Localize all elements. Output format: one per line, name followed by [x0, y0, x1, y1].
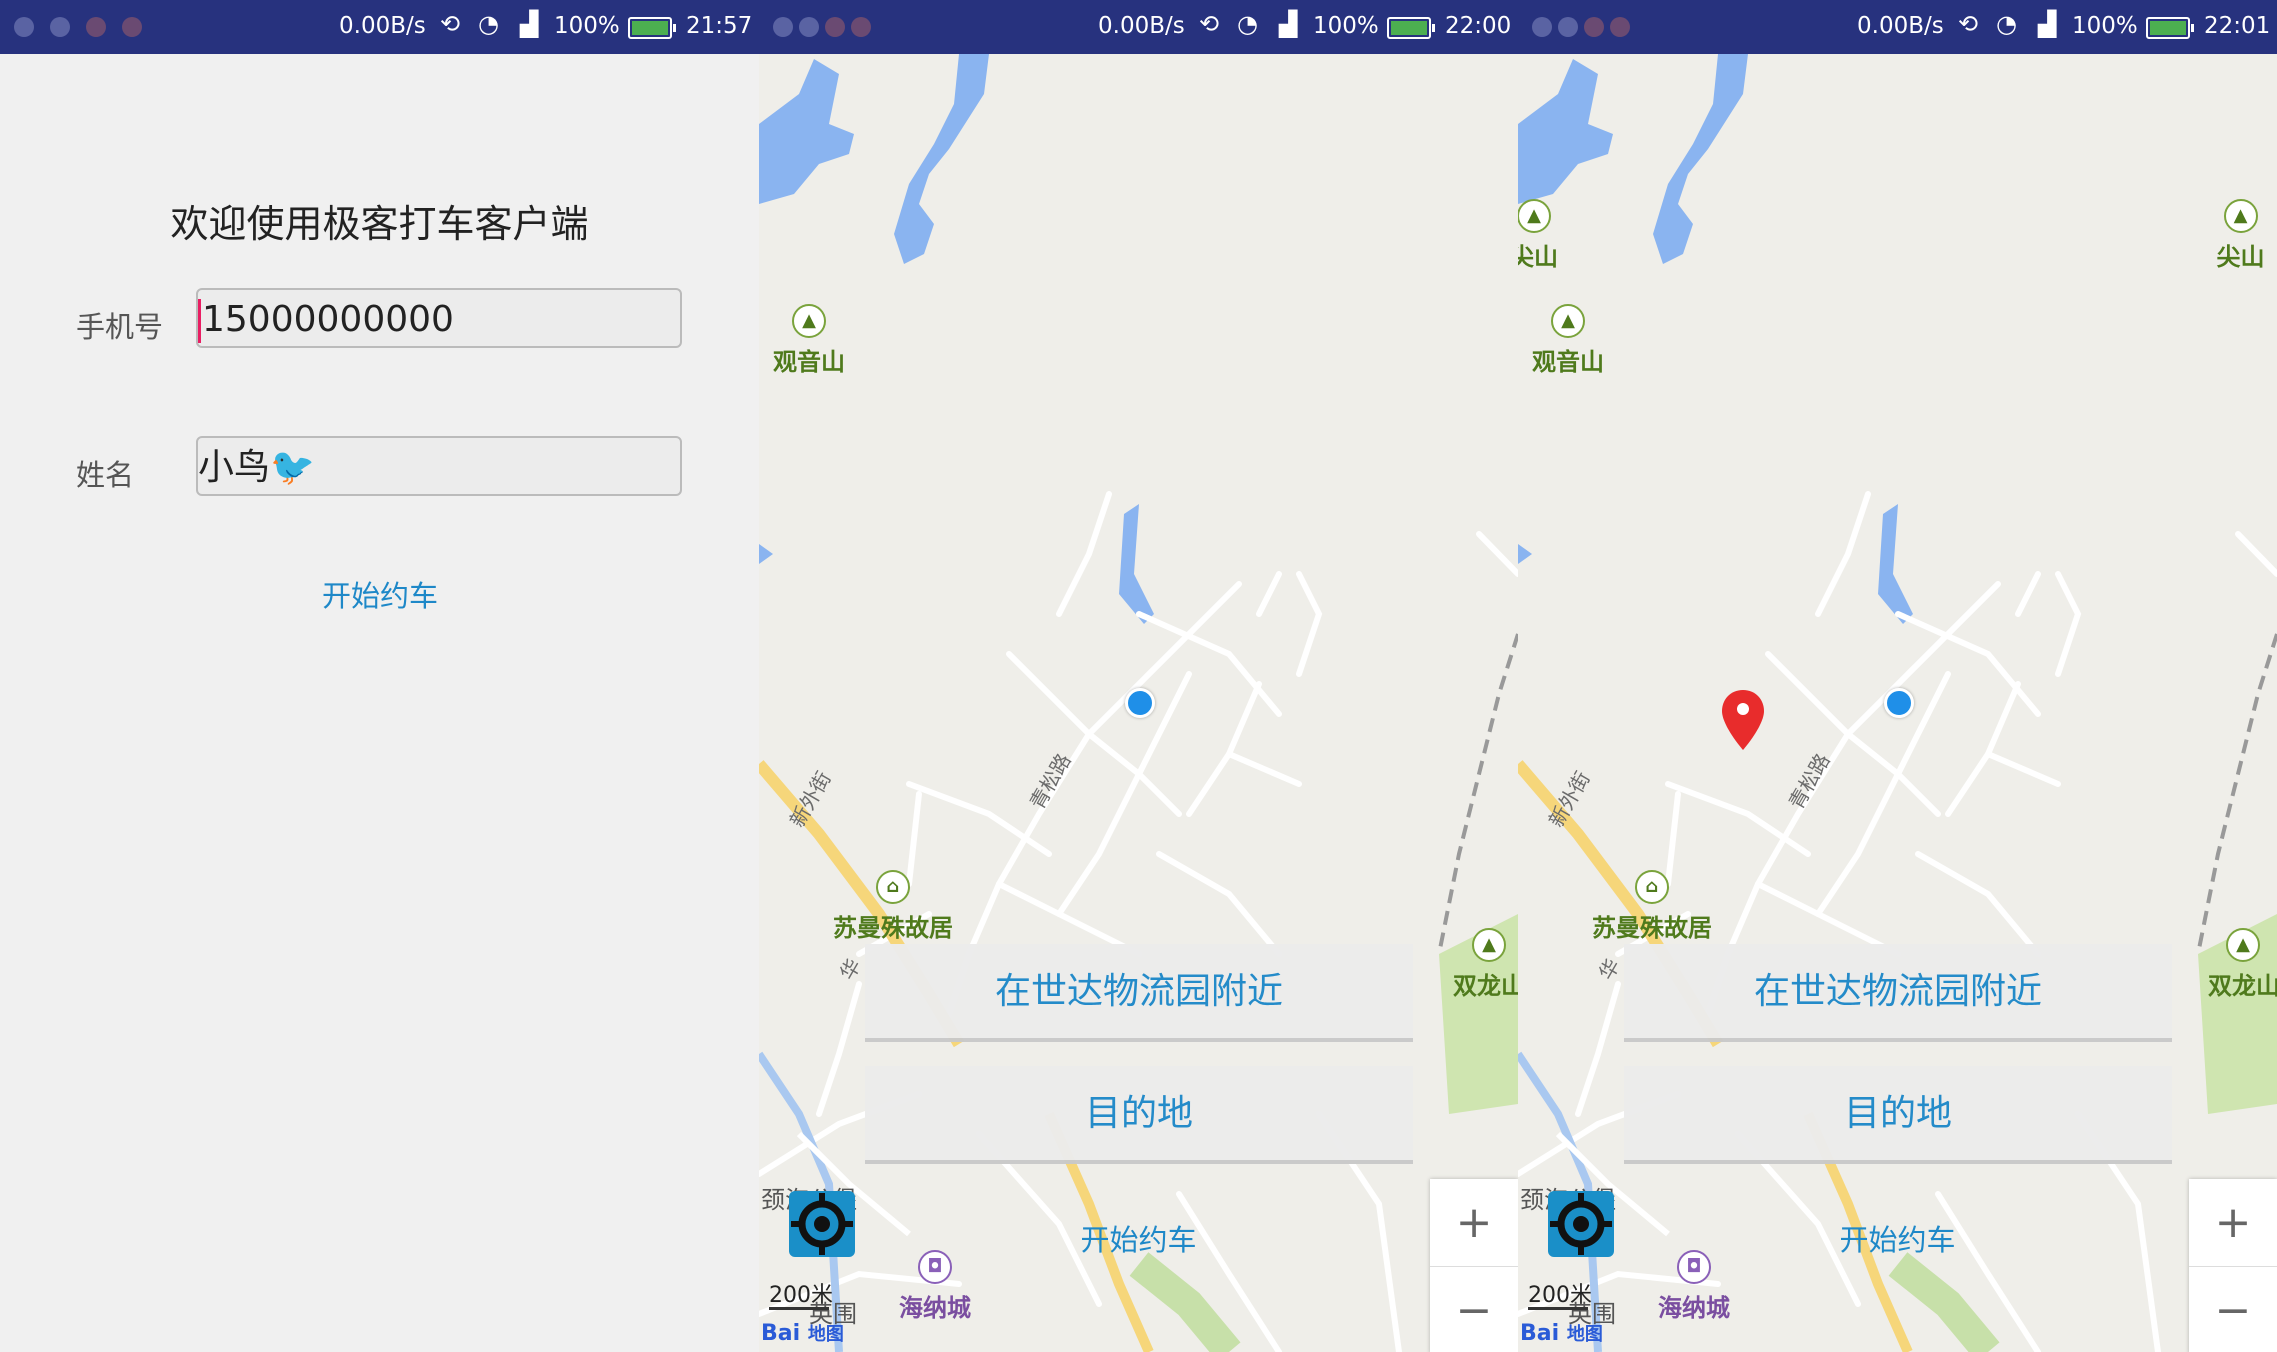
notification-icon: [1558, 17, 1578, 37]
battery-icon: [2146, 17, 2194, 39]
status-bar: 0.00B/s ⟲ ◔ ▟ 100% 21:57: [0, 0, 759, 54]
poi-guanyinshan[interactable]: ▲ 观音山: [773, 304, 845, 377]
clock: 21:57: [686, 13, 753, 39]
phone-value: 15000000000: [202, 299, 454, 340]
poi-jianshan[interactable]: ▲ 尖山: [1518, 199, 1558, 272]
map-scale-bar: [1528, 1307, 1588, 1310]
destination-marker-icon[interactable]: [1720, 688, 1766, 752]
poi-jianshan-right[interactable]: ▲ 尖山: [2204, 199, 2277, 272]
clock: 22:00: [1445, 13, 1512, 39]
poi-shuanglong[interactable]: ▲ 双龙山: [1449, 928, 1518, 1001]
battery-icon: [1387, 17, 1435, 39]
poi-hainacheng[interactable]: ◘ 海纳城: [1658, 1250, 1730, 1323]
zoom-out-button[interactable]: −: [1430, 1267, 1518, 1352]
zoom-in-button[interactable]: +: [1430, 1179, 1518, 1267]
map-view[interactable]: ▲观音山 ⌂苏曼殊故居 ◘海纳城 ▲双龙山 新外街 青松路 华 颈海公堡 英围 …: [759, 54, 1518, 1352]
notification-icon: [1610, 17, 1630, 37]
rotation-icon: ⟲: [1958, 10, 1979, 38]
mountain-icon: ▲: [1518, 199, 1551, 233]
signal-icon: ▟: [2038, 10, 2057, 38]
destination-button[interactable]: 目的地: [1624, 1066, 2172, 1164]
notification-icon: [86, 17, 106, 37]
start-booking-button[interactable]: 开始约车: [280, 573, 480, 615]
landmark-icon: ⌂: [876, 870, 910, 904]
notification-icon: [14, 17, 34, 37]
network-rate: 0.00B/s: [1098, 13, 1185, 39]
current-location-dot: [1125, 688, 1155, 718]
poi-hainacheng[interactable]: ◘ 海纳城: [899, 1250, 971, 1323]
mountain-icon: ▲: [792, 304, 826, 338]
mountain-icon: ▲: [2226, 928, 2260, 962]
notification-icon: [851, 17, 871, 37]
phone-input[interactable]: 15000000000: [196, 288, 682, 348]
pickup-location-button[interactable]: 在世达物流园附近: [1624, 944, 2172, 1042]
signal-icon: ▟: [520, 10, 539, 38]
battery-percent: 100%: [1313, 13, 1379, 39]
rotation-icon: ⟲: [1199, 10, 1220, 38]
poi-guanyinshan[interactable]: ▲ 观音山: [1532, 304, 1604, 377]
status-bar: 0.00B/s ⟲ ◔ ▟ 100% 22:01: [1518, 0, 2277, 54]
notification-icon: [773, 17, 793, 37]
rotation-icon: ⟲: [440, 10, 461, 38]
notification-icon: [1584, 17, 1604, 37]
notification-icon: [122, 17, 142, 37]
map-start-booking-button[interactable]: 开始约车: [1518, 1217, 2277, 1259]
mountain-icon: ▲: [2223, 199, 2258, 233]
mountain-icon: ▲: [1472, 928, 1506, 962]
wifi-icon: ◔: [1996, 10, 2017, 38]
status-bar: 0.00B/s ⟲ ◔ ▟ 100% 22:00: [759, 0, 1518, 54]
map-screen: ▲观音山 ⌂苏曼殊故居 ◘海纳城 ▲双龙山 新外街 青松路 华 颈海公堡 英围 …: [759, 0, 1518, 1352]
battery-icon: [628, 17, 676, 39]
map-scale-label: 200米: [1528, 1283, 1592, 1308]
baidu-map-logo: Bai 地图: [1520, 1321, 1603, 1346]
poi-sumanshu[interactable]: ⌂ 苏曼殊故居: [833, 870, 953, 943]
login-screen: 0.00B/s ⟲ ◔ ▟ 100% 21:57 欢迎使用极客打车客户端 手机号…: [0, 0, 759, 1352]
notification-icon: [50, 17, 70, 37]
map-scale-label: 200米: [769, 1283, 833, 1308]
wifi-icon: ◔: [1237, 10, 1258, 38]
welcome-title: 欢迎使用极客打车客户端: [170, 202, 589, 246]
current-location-dot: [1884, 688, 1914, 718]
phone-label: 手机号: [76, 310, 164, 344]
name-value: 小鸟🐦: [198, 447, 315, 488]
clock: 22:01: [2204, 13, 2271, 39]
wifi-icon: ◔: [478, 10, 499, 38]
network-rate: 0.00B/s: [1857, 13, 1944, 39]
zoom-in-button[interactable]: +: [2189, 1179, 2277, 1267]
network-rate: 0.00B/s: [339, 13, 426, 39]
name-label: 姓名: [76, 458, 135, 492]
destination-button[interactable]: 目的地: [865, 1066, 1413, 1164]
map-start-booking-button[interactable]: 开始约车: [759, 1217, 1518, 1259]
map-view[interactable]: ▲ 尖山 ▲ 观音山 ⌂ 苏曼殊故居 ◘ 海纳城 ▲ 双龙山 ▲ 尖山 新外街 青松路 华 …: [1518, 54, 2277, 1352]
name-input[interactable]: 小鸟🐦: [196, 436, 682, 496]
landmark-icon: ⌂: [1635, 870, 1669, 904]
notification-icon: [825, 17, 845, 37]
text-cursor: [198, 299, 201, 343]
map-scale-bar: [769, 1307, 829, 1310]
zoom-controls: + −: [2189, 1179, 2277, 1352]
zoom-controls: + −: [1430, 1179, 1518, 1352]
baidu-map-logo: Bai 地图: [761, 1321, 844, 1346]
notification-icon: [1532, 17, 1552, 37]
notification-icon: [799, 17, 819, 37]
signal-icon: ▟: [1279, 10, 1298, 38]
battery-percent: 100%: [2072, 13, 2138, 39]
zoom-out-button[interactable]: −: [2189, 1267, 2277, 1352]
poi-shuanglong[interactable]: ▲ 双龙山: [2208, 928, 2277, 1001]
mountain-icon: ▲: [1551, 304, 1585, 338]
map-screen-with-pin: ▲ 尖山 ▲ 观音山 ⌂ 苏曼殊故居 ◘ 海纳城 ▲ 双龙山 ▲ 尖山 新外街 青松路 华 …: [1518, 0, 2277, 1352]
poi-sumanshu[interactable]: ⌂ 苏曼殊故居: [1592, 870, 1712, 943]
battery-percent: 100%: [554, 13, 620, 39]
pickup-location-button[interactable]: 在世达物流园附近: [865, 944, 1413, 1042]
